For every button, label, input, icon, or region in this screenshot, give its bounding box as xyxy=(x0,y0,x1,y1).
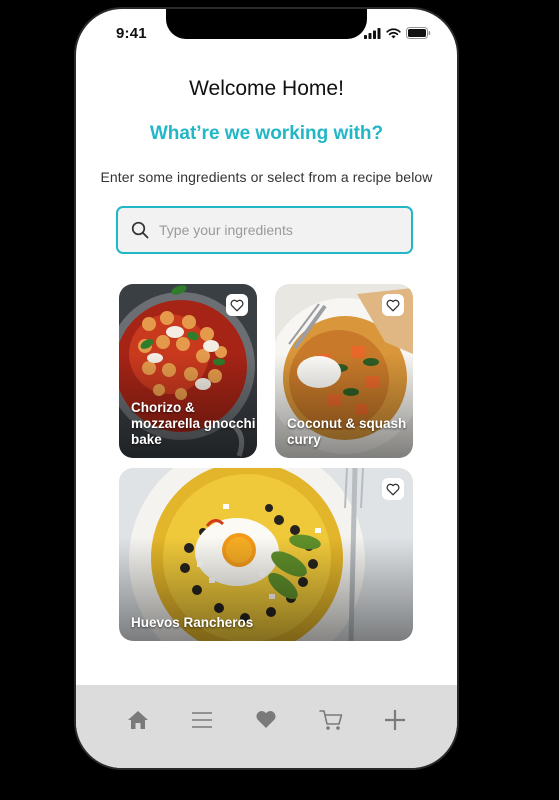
heart-outline-icon xyxy=(230,299,244,311)
recipe-title: Huevos Rancheros xyxy=(131,615,254,630)
heart-outline-icon xyxy=(386,483,400,495)
plus-icon xyxy=(384,709,405,730)
tab-cart[interactable] xyxy=(311,700,351,740)
search-bar[interactable] xyxy=(116,206,413,254)
cart-icon xyxy=(318,709,342,730)
favorite-button[interactable] xyxy=(382,478,404,500)
instruction-text: Enter some ingredients or select from a … xyxy=(100,169,433,185)
wifi-icon xyxy=(386,27,401,38)
recipe-card-gnocchi[interactable]: Chorizo & mozzarella gnocchi bake xyxy=(119,284,257,458)
home-icon xyxy=(128,710,149,729)
status-time: 9:41 xyxy=(116,25,147,42)
search-icon xyxy=(131,221,149,239)
phone-frame: 9:41 Welcome Home! What’re we working wi… xyxy=(76,9,457,768)
recipe-title: Coconut & squash curry xyxy=(287,416,407,447)
favorite-button[interactable] xyxy=(226,294,248,316)
status-icons xyxy=(364,27,431,39)
tab-add[interactable] xyxy=(375,700,415,740)
favorite-button[interactable] xyxy=(382,294,404,316)
tab-home[interactable] xyxy=(118,700,158,740)
device-notch xyxy=(166,9,367,39)
bottom-tab-bar xyxy=(76,685,457,768)
tab-favorites[interactable] xyxy=(246,700,286,740)
heart-outline-icon xyxy=(386,299,400,311)
list-icon xyxy=(192,711,213,728)
page-title: Welcome Home! xyxy=(189,77,344,100)
recipe-title: Chorizo & mozzarella gnocchi bake xyxy=(131,400,256,447)
recipe-card-curry[interactable]: Coconut & squash curry xyxy=(275,284,413,458)
heart-icon xyxy=(256,711,277,728)
battery-icon xyxy=(406,27,431,39)
recipe-card-huevos[interactable]: Huevos Rancheros xyxy=(119,468,413,641)
ingredients-search-input[interactable] xyxy=(159,222,389,238)
signal-icon xyxy=(364,27,381,39)
tab-list[interactable] xyxy=(182,700,222,740)
page-subtitle: What’re we working with? xyxy=(149,123,384,144)
